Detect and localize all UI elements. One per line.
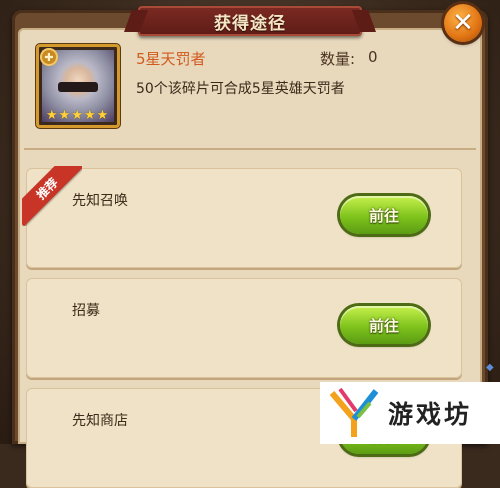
count-value: 0 <box>368 48 378 66</box>
dialog-title: 获得途径 <box>214 13 286 34</box>
divider <box>24 148 476 150</box>
watermark-logo: 游戏坊 <box>320 382 500 444</box>
hero-mask <box>58 82 98 92</box>
hero-description: 50个该碎片可合成5星英雄天罚者 <box>136 81 345 97</box>
go-button[interactable]: 前往 <box>340 306 428 344</box>
go-button-label: 前往 <box>368 316 399 335</box>
star-icon: ★ <box>71 108 83 123</box>
source-row-recruit: 招募 前往 <box>26 278 462 378</box>
star-icon: ★ <box>46 108 58 123</box>
go-button[interactable]: 前往 <box>340 196 428 234</box>
hero-name: 5星天罚者 <box>136 50 206 68</box>
close-button[interactable]: ✕ <box>444 4 482 42</box>
star-rating: ★ ★ ★ ★ ★ <box>46 108 108 123</box>
source-label: 先知商店 <box>72 413 128 429</box>
go-button-label: 前往 <box>368 206 399 225</box>
scroll-arrow-icon[interactable]: ◆ <box>486 362 494 373</box>
count-label: 数量: <box>320 50 356 68</box>
title-banner: 获得途径 <box>138 6 362 36</box>
star-icon: ★ <box>83 108 96 123</box>
watermark-text: 游戏坊 <box>388 400 473 429</box>
star-icon: ★ <box>96 108 109 123</box>
source-label: 招募 <box>72 303 100 319</box>
hero-portrait[interactable]: ✚ ★ ★ ★ ★ ★ <box>36 44 120 128</box>
star-icon: ★ <box>58 108 71 123</box>
watermark-mark-icon <box>326 385 382 441</box>
source-row-prophet-summon: 推荐 先知召唤 前往 <box>22 166 462 268</box>
close-icon: ✕ <box>452 8 474 38</box>
source-label: 先知召唤 <box>72 193 128 209</box>
cross-emblem-icon: ✚ <box>40 48 58 66</box>
